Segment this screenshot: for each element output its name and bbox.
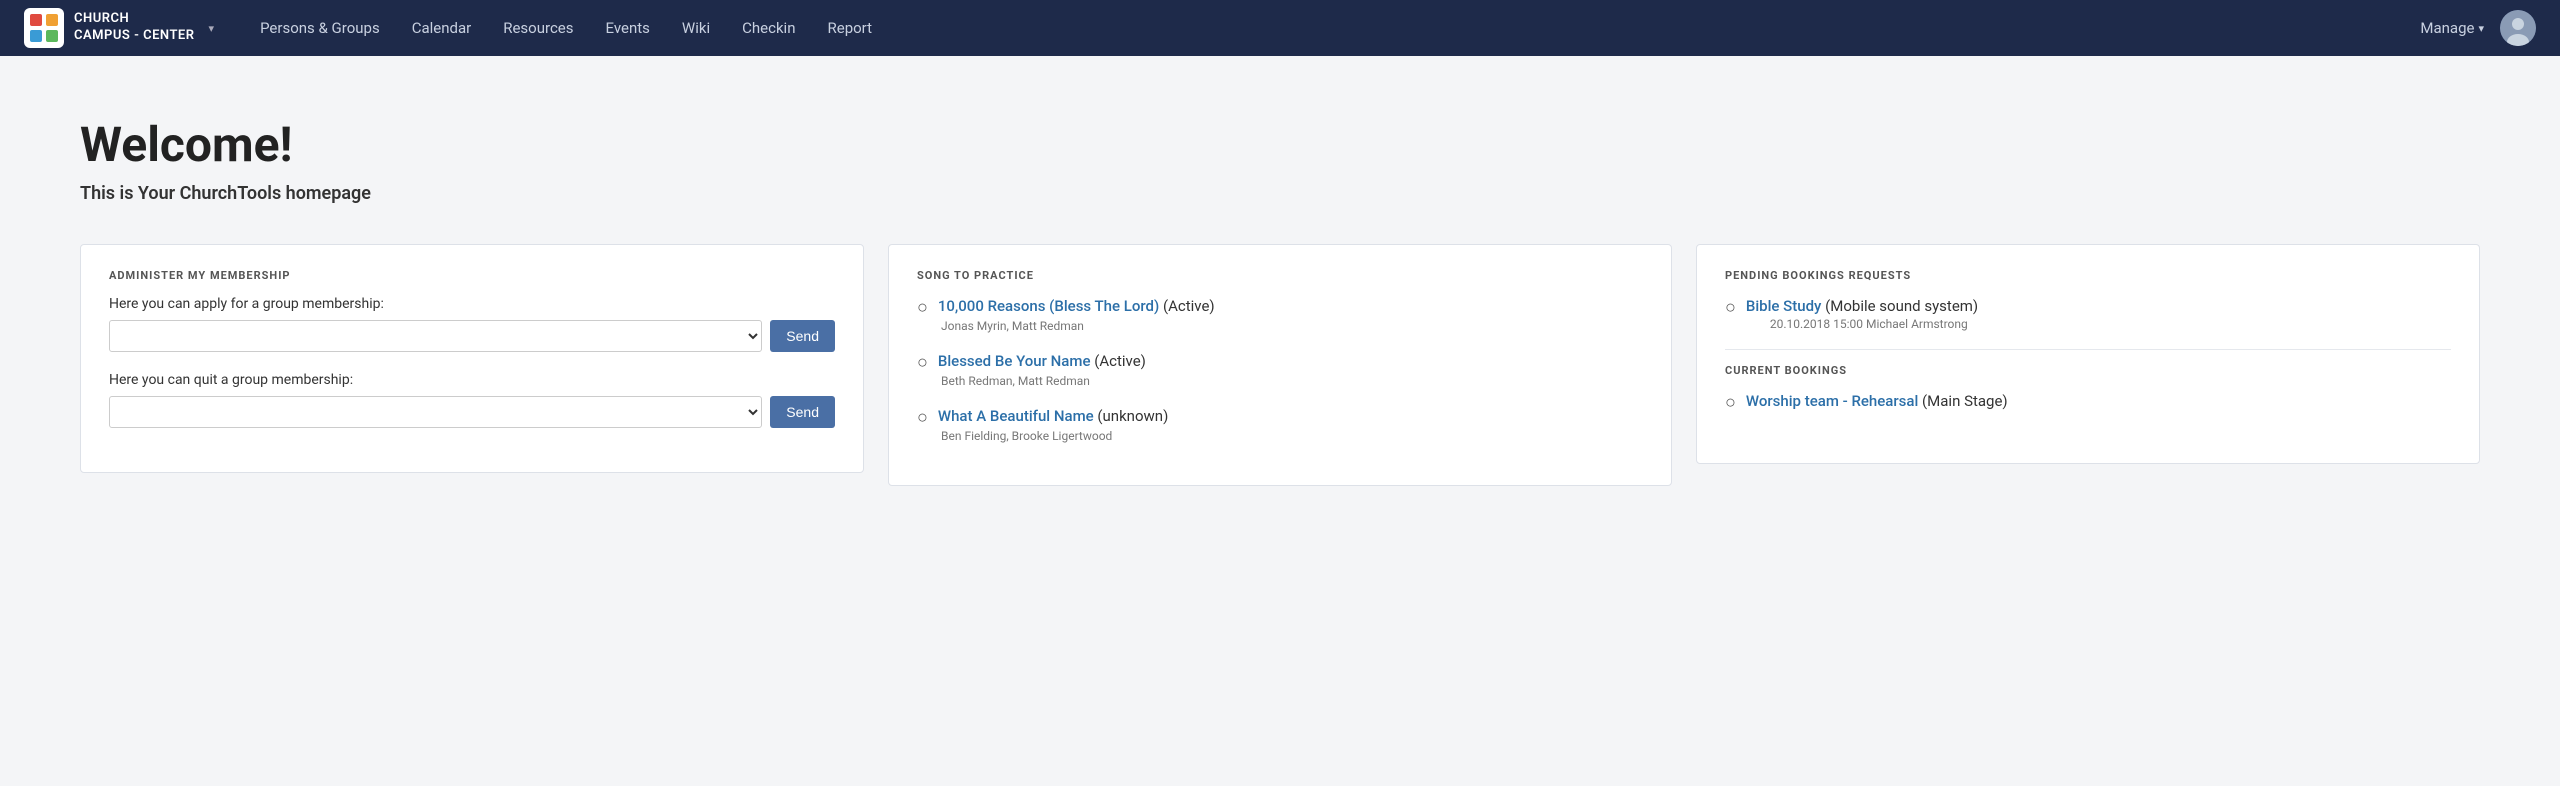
list-item: ○ Worship team - Rehearsal (Main Stage) [1725,391,2451,412]
pending-booking-list: ○ Bible Study (Mobile sound system) 20.1… [1725,296,2451,331]
nav-wiki[interactable]: Wiki [668,11,724,45]
nav-resources[interactable]: Resources [489,11,587,45]
song-authors-2: Beth Redman, Matt Redman [917,374,1643,388]
songs-card-title: SONG TO PRACTICE [917,269,1643,282]
bullet-icon: ○ [917,354,928,372]
pending-bookings-title: PENDING BOOKINGS REQUESTS [1725,269,2451,282]
pending-booking-meta-1: 20.10.2018 15:00 Michael Armstrong [1746,317,1978,331]
list-item: ○ Bible Study (Mobile sound system) 20.1… [1725,296,2451,331]
song-authors-3: Ben Fielding, Brooke Ligertwood [917,429,1643,443]
navbar: CHURCH CAMPUS - CENTER ▾ Persons & Group… [0,0,2560,56]
bullet-icon: ○ [917,299,928,317]
song-link-2[interactable]: Blessed Be Your Name [938,352,1091,370]
current-booking-detail-1: (Main Stage) [1918,392,2007,410]
brand[interactable]: CHURCH CAMPUS - CENTER ▾ [24,8,214,48]
current-booking-list: ○ Worship team - Rehearsal (Main Stage) [1725,391,2451,412]
songs-card: SONG TO PRACTICE ○ 10,000 Reasons (Bless… [888,244,1672,486]
bullet-icon: ○ [1725,299,1736,317]
logo-icon [24,8,64,48]
pending-booking-detail-1: (Mobile sound system) [1821,297,1978,315]
avatar[interactable] [2500,10,2536,46]
cards-row: ADMINISTER MY MEMBERSHIP Here you can ap… [80,244,2480,486]
nav-persons-groups[interactable]: Persons & Groups [246,11,394,45]
song-link-3[interactable]: What A Beautiful Name [938,407,1094,425]
list-item: ○ Blessed Be Your Name (Active) Beth Red… [917,351,1643,388]
list-item: ○ 10,000 Reasons (Bless The Lord) (Activ… [917,296,1643,333]
manage-button[interactable]: Manage ▾ [2420,19,2484,37]
navbar-right: Manage ▾ [2420,10,2536,46]
manage-dropdown-arrow: ▾ [2478,22,2484,35]
welcome-subtitle: This is Your ChurchTools homepage [80,183,2480,204]
apply-send-button[interactable]: Send [770,320,835,352]
list-item: ○ What A Beautiful Name (unknown) Ben Fi… [917,406,1643,443]
card-divider [1725,349,2451,350]
current-bookings-title: CURRENT BOOKINGS [1725,364,2451,377]
bullet-icon: ○ [1725,394,1736,412]
song-authors-1: Jonas Myrin, Matt Redman [917,319,1643,333]
song-status-3: (unknown) [1094,407,1169,425]
membership-card: ADMINISTER MY MEMBERSHIP Here you can ap… [80,244,864,473]
apply-label: Here you can apply for a group membershi… [109,296,835,312]
nav-items: Persons & Groups Calendar Resources Even… [246,11,2420,45]
nav-report[interactable]: Report [814,11,887,45]
nav-events[interactable]: Events [592,11,664,45]
apply-input-row: Send [109,320,835,352]
quit-send-button[interactable]: Send [770,396,835,428]
current-booking-link-1[interactable]: Worship team - Rehearsal [1746,392,1918,410]
song-status-2: (Active) [1091,352,1146,370]
nav-checkin[interactable]: Checkin [728,11,809,45]
membership-card-title: ADMINISTER MY MEMBERSHIP [109,269,835,282]
pending-booking-link-1[interactable]: Bible Study [1746,297,1822,315]
bullet-icon: ○ [917,409,928,427]
bookings-card: PENDING BOOKINGS REQUESTS ○ Bible Study … [1696,244,2480,464]
brand-dropdown-arrow[interactable]: ▾ [209,22,215,35]
song-status-1: (Active) [1159,297,1214,315]
nav-calendar[interactable]: Calendar [398,11,486,45]
welcome-title: Welcome! [80,116,2480,173]
song-list: ○ 10,000 Reasons (Bless The Lord) (Activ… [917,296,1643,443]
song-link-1[interactable]: 10,000 Reasons (Bless The Lord) [938,297,1159,315]
quit-input-row: Send [109,396,835,428]
apply-group-select[interactable] [109,320,762,352]
quit-group-select[interactable] [109,396,762,428]
quit-label: Here you can quit a group membership: [109,372,835,388]
main-content: Welcome! This is Your ChurchTools homepa… [0,56,2560,526]
brand-text: CHURCH CAMPUS - CENTER [74,11,195,45]
